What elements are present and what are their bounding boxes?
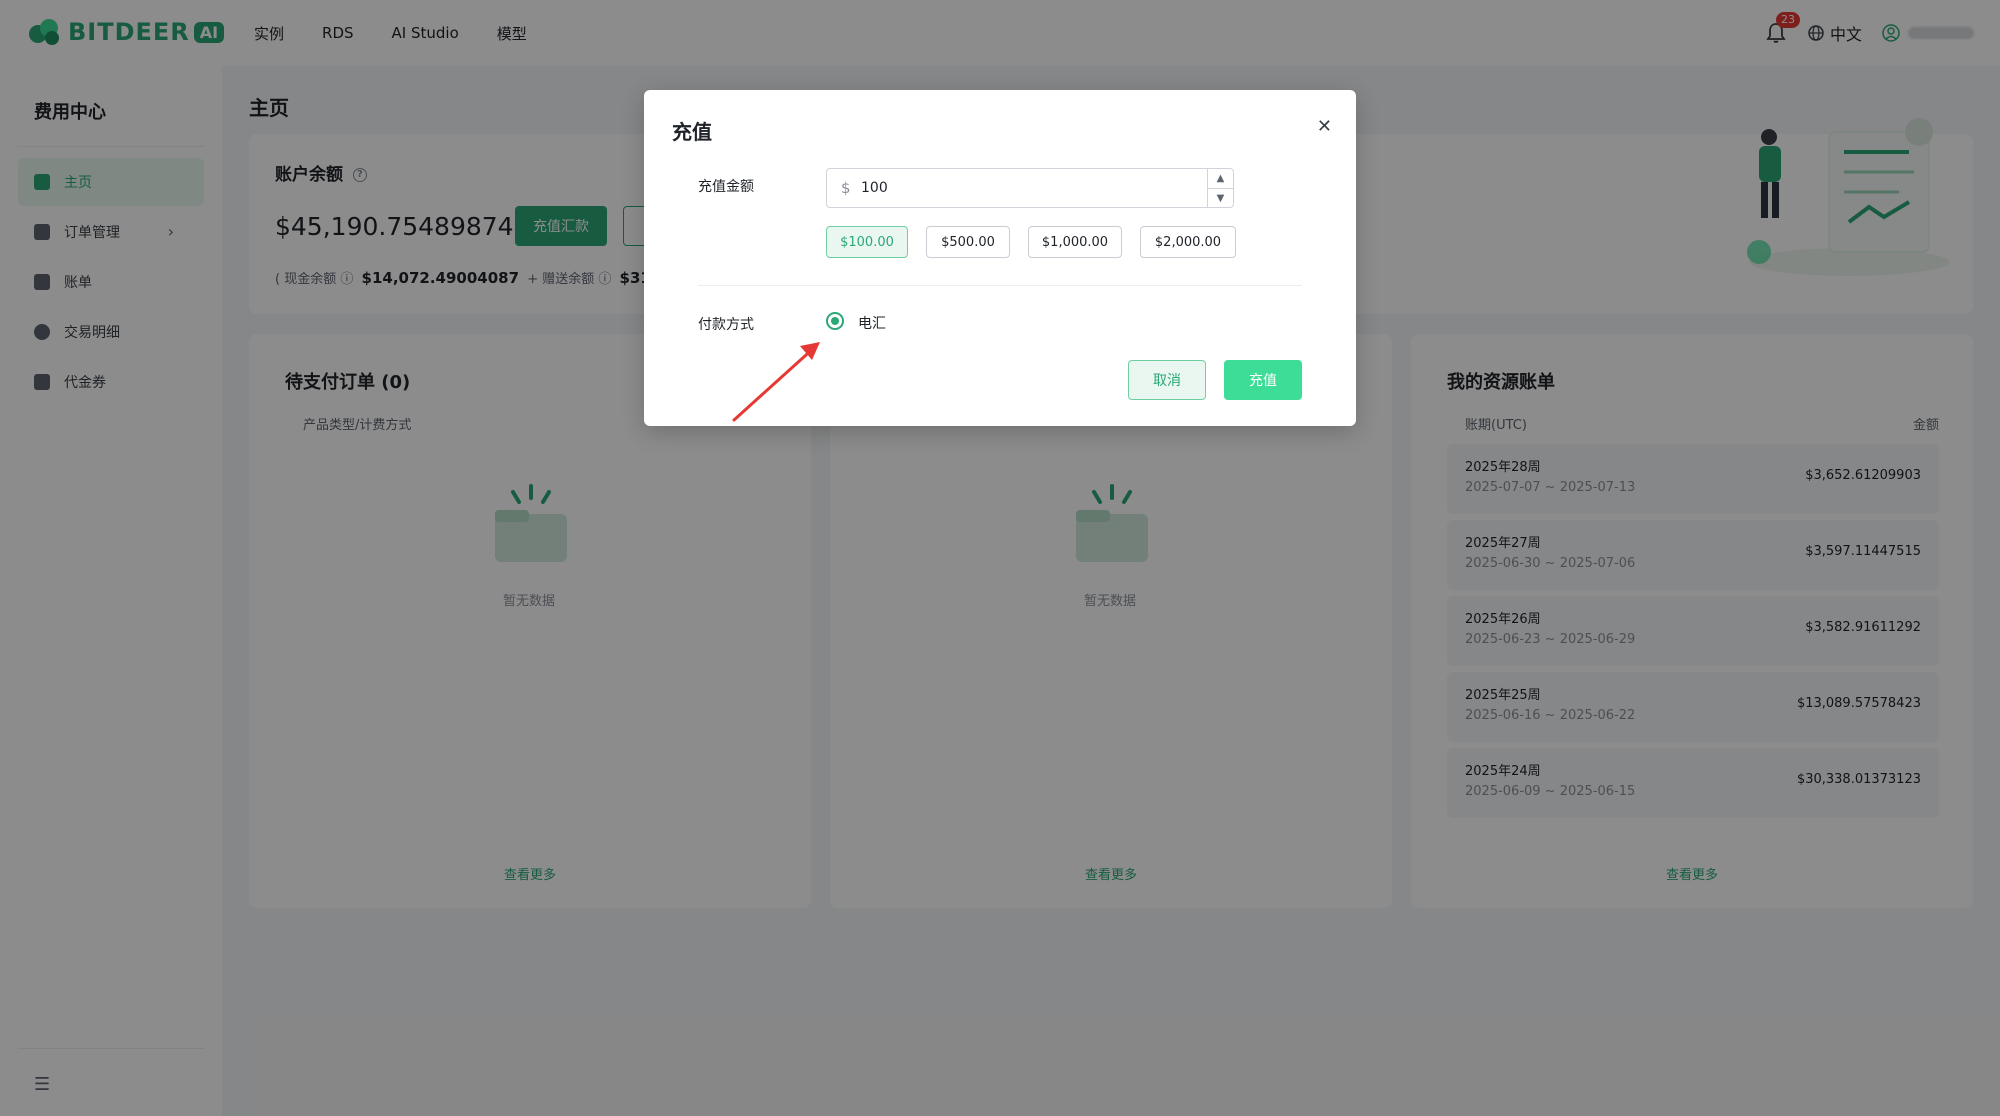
chevron-down-icon[interactable]: ▼ xyxy=(1208,188,1233,207)
quick-amount-1000-button[interactable]: $1,000.00 xyxy=(1028,226,1122,258)
quick-amount-500-button[interactable]: $500.00 xyxy=(926,226,1010,258)
amount-input-box: $ ▲ ▼ xyxy=(826,168,1234,208)
quick-amount-2000-button[interactable]: $2,000.00 xyxy=(1140,226,1236,258)
amount-stepper: ▲ ▼ xyxy=(1207,169,1233,207)
modal-divider xyxy=(698,285,1302,286)
amount-input[interactable] xyxy=(861,170,1181,206)
amount-label: 充值金额 xyxy=(698,179,754,195)
red-arrow-annotation xyxy=(732,342,820,422)
cancel-button[interactable]: 取消 xyxy=(1128,360,1206,400)
currency-prefix: $ xyxy=(841,179,851,197)
chevron-up-icon[interactable]: ▲ xyxy=(1208,169,1233,188)
close-icon[interactable]: ✕ xyxy=(1317,116,1332,137)
recharge-button[interactable]: 充值 xyxy=(1224,360,1302,400)
wire-transfer-label[interactable]: 电汇 xyxy=(858,313,886,333)
payment-method-label: 付款方式 xyxy=(698,317,754,333)
quick-amount-100-button[interactable]: $100.00 xyxy=(826,226,908,258)
modal-title: 充值 xyxy=(672,120,712,144)
wire-transfer-radio[interactable] xyxy=(826,312,844,330)
